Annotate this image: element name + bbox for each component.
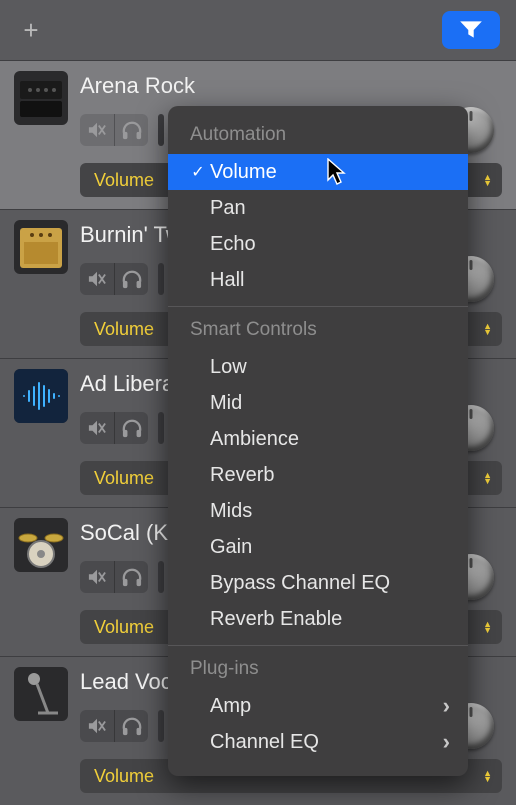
chevron-updown-icon: ▲▼ bbox=[483, 621, 492, 633]
level-meter bbox=[158, 561, 164, 593]
solo-button[interactable] bbox=[114, 710, 148, 742]
menu-item-label: Echo bbox=[210, 233, 256, 256]
track-instrument-icon[interactable] bbox=[14, 71, 68, 125]
level-meter bbox=[158, 412, 164, 444]
track-instrument-icon[interactable] bbox=[14, 369, 68, 423]
menu-item-label: Ambience bbox=[210, 428, 299, 451]
filter-button[interactable] bbox=[442, 11, 500, 49]
mute-button[interactable] bbox=[80, 561, 114, 593]
menu-item-label: Volume bbox=[210, 161, 277, 184]
top-toolbar: + bbox=[0, 0, 516, 60]
track-instrument-icon[interactable] bbox=[14, 220, 68, 274]
mute-button[interactable] bbox=[80, 710, 114, 742]
menu-section-header: Smart Controls bbox=[168, 315, 468, 349]
menu-item-label: Pan bbox=[210, 197, 246, 220]
menu-item[interactable]: Mids bbox=[168, 493, 468, 529]
mute-button[interactable] bbox=[80, 412, 114, 444]
track-name-label: Arena Rock bbox=[80, 71, 502, 99]
menu-item-label: Bypass Channel EQ bbox=[210, 572, 390, 595]
menu-item[interactable]: Reverb Enable bbox=[168, 601, 468, 637]
track-instrument-icon[interactable] bbox=[14, 518, 68, 572]
mute-button[interactable] bbox=[80, 114, 114, 146]
menu-item-label: Mids bbox=[210, 500, 252, 523]
automation-param-label: Volume bbox=[94, 319, 154, 340]
mute-button[interactable] bbox=[80, 263, 114, 295]
menu-item[interactable]: Low bbox=[168, 349, 468, 385]
solo-button[interactable] bbox=[114, 412, 148, 444]
solo-button[interactable] bbox=[114, 263, 148, 295]
mute-solo-group bbox=[80, 710, 148, 742]
menu-item[interactable]: Hall bbox=[168, 262, 468, 298]
mute-solo-group bbox=[80, 561, 148, 593]
level-meter bbox=[158, 710, 164, 742]
menu-item-label: Reverb Enable bbox=[210, 608, 342, 631]
menu-item-label: Gain bbox=[210, 536, 252, 559]
mute-solo-group bbox=[80, 114, 148, 146]
menu-item[interactable]: Echo bbox=[168, 226, 468, 262]
track-instrument-icon[interactable] bbox=[14, 667, 68, 721]
menu-item[interactable]: Ambience bbox=[168, 421, 468, 457]
chevron-updown-icon: ▲▼ bbox=[483, 472, 492, 484]
mute-solo-group bbox=[80, 263, 148, 295]
add-track-button[interactable]: + bbox=[16, 15, 46, 45]
menu-separator bbox=[168, 306, 468, 307]
menu-item-label: Mid bbox=[210, 392, 242, 415]
automation-param-label: Volume bbox=[94, 468, 154, 489]
menu-section-header: Plug-ins bbox=[168, 654, 468, 688]
menu-item[interactable]: Pan bbox=[168, 190, 468, 226]
menu-item[interactable]: Channel EQ › bbox=[168, 724, 468, 760]
menu-item[interactable]: ✓ Volume bbox=[168, 154, 468, 190]
automation-param-label: Volume bbox=[94, 170, 154, 191]
chevron-right-icon: › bbox=[443, 729, 450, 755]
menu-item-label: Hall bbox=[210, 269, 244, 292]
automation-popover[interactable]: Automation ✓ Volume Pan Echo Hall Smart … bbox=[168, 106, 468, 776]
menu-item[interactable]: Bypass Channel EQ bbox=[168, 565, 468, 601]
mute-solo-group bbox=[80, 412, 148, 444]
level-meter bbox=[158, 114, 164, 146]
solo-button[interactable] bbox=[114, 114, 148, 146]
menu-item[interactable]: Reverb bbox=[168, 457, 468, 493]
menu-item[interactable]: Mid bbox=[168, 385, 468, 421]
menu-item-label: Amp bbox=[210, 695, 251, 718]
chevron-right-icon: › bbox=[443, 693, 450, 719]
level-meter bbox=[158, 263, 164, 295]
check-icon: ✓ bbox=[188, 162, 208, 182]
menu-item-label: Low bbox=[210, 356, 247, 379]
menu-item-label: Reverb bbox=[210, 464, 274, 487]
chevron-updown-icon: ▲▼ bbox=[483, 770, 492, 782]
menu-item-label: Channel EQ bbox=[210, 731, 319, 754]
automation-param-label: Volume bbox=[94, 766, 154, 787]
chevron-updown-icon: ▲▼ bbox=[483, 174, 492, 186]
plus-icon: + bbox=[23, 15, 38, 46]
funnel-icon bbox=[458, 19, 484, 41]
menu-separator bbox=[168, 645, 468, 646]
chevron-updown-icon: ▲▼ bbox=[483, 323, 492, 335]
menu-section-header: Automation bbox=[168, 120, 468, 154]
menu-item[interactable]: Gain bbox=[168, 529, 468, 565]
solo-button[interactable] bbox=[114, 561, 148, 593]
menu-item[interactable]: Amp › bbox=[168, 688, 468, 724]
automation-param-label: Volume bbox=[94, 617, 154, 638]
